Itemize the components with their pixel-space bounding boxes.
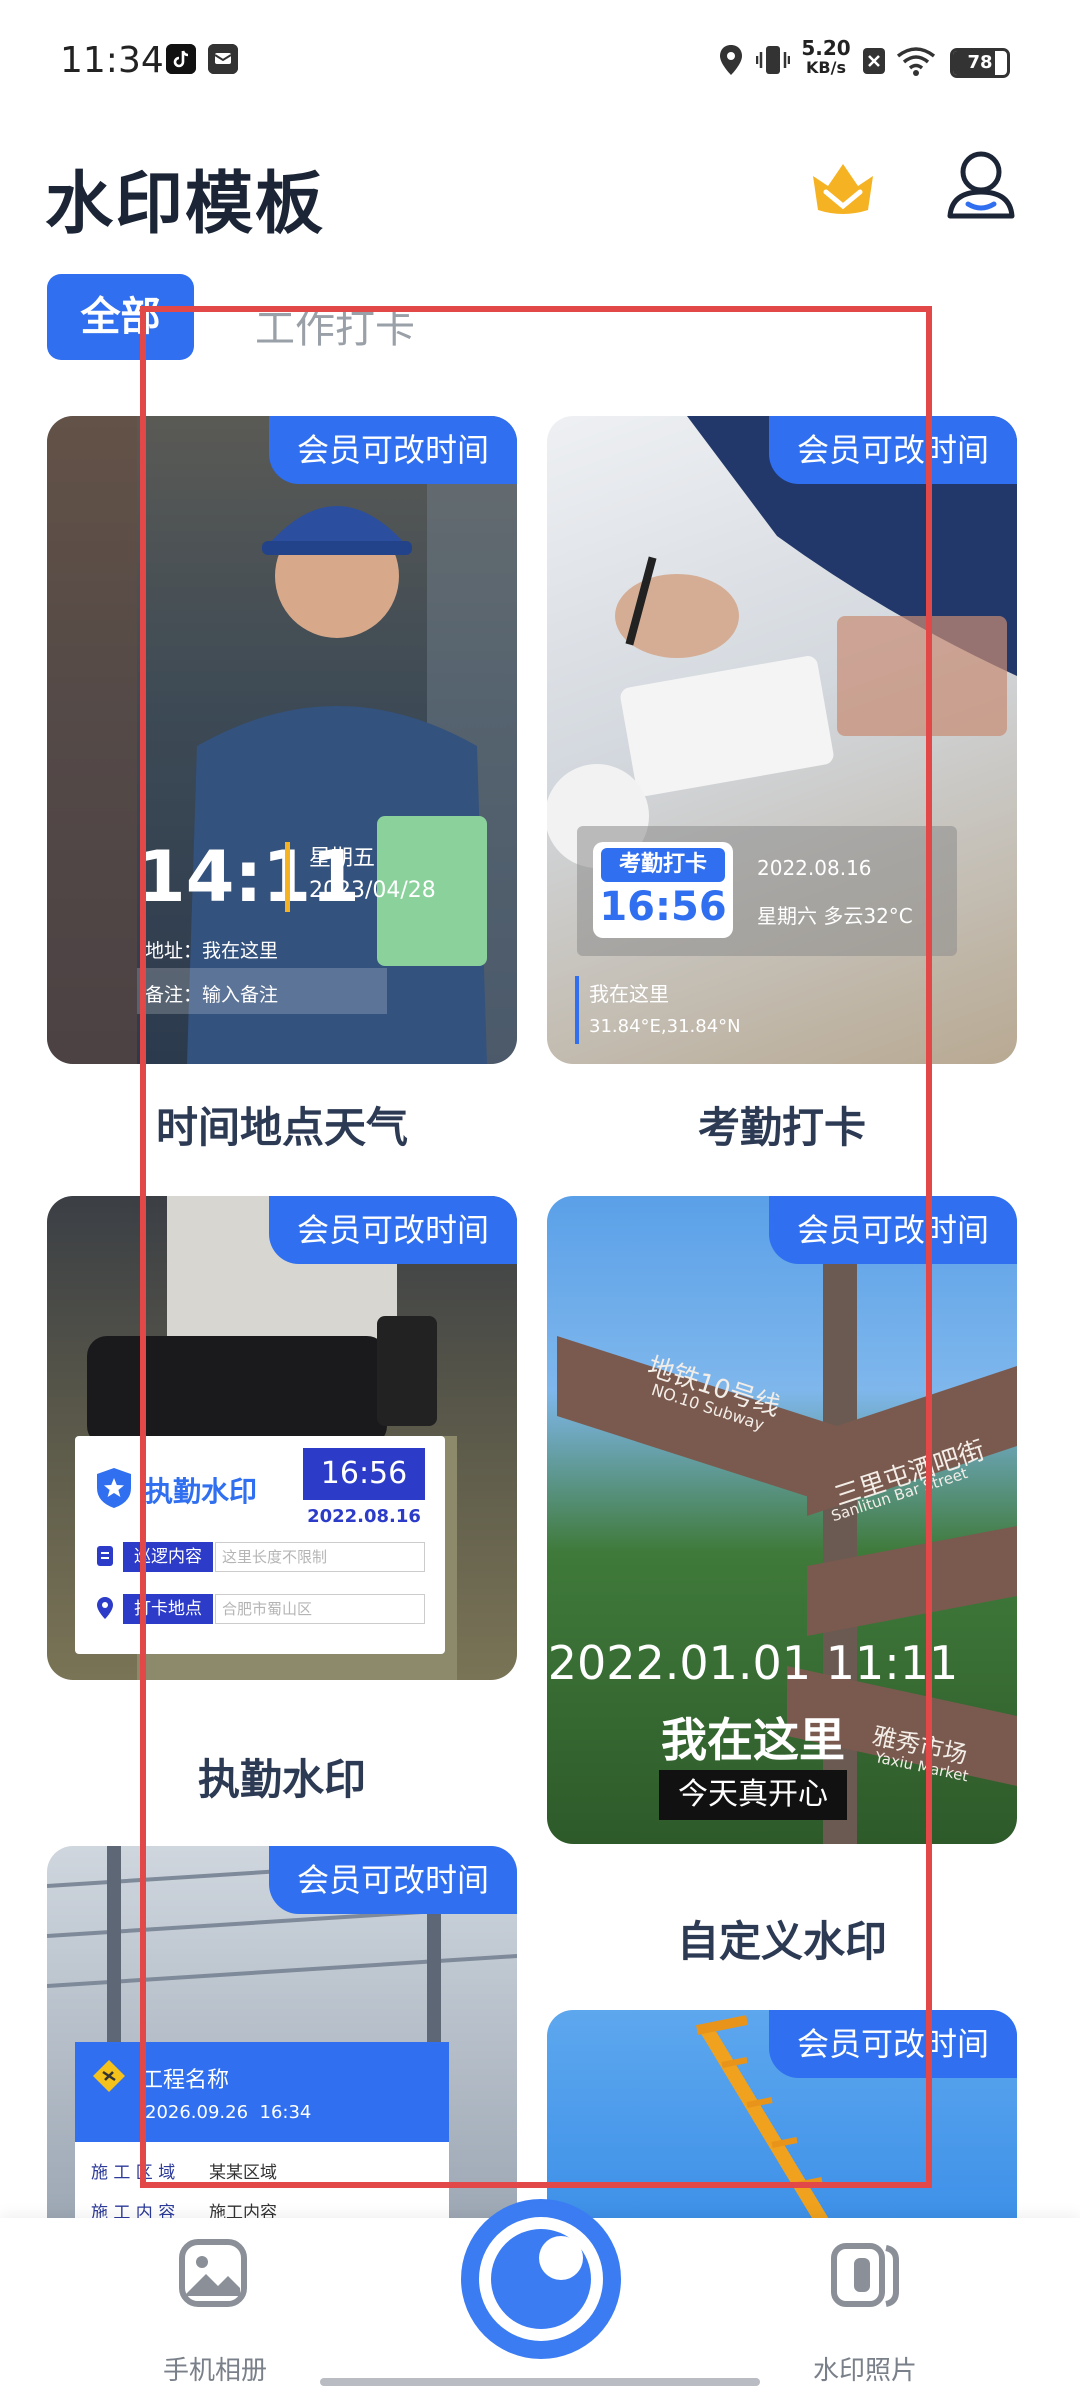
speed-unit: KB/s [806,58,846,77]
location-pin-icon [95,1596,115,1624]
watermark-photos-icon[interactable] [830,2238,900,2312]
diamond-icon [91,2058,127,2098]
tiktok-icon [166,44,196,74]
document-icon [95,1544,115,1572]
status-time: 11:34 [60,40,164,81]
battery-indicator: 78 [950,48,1010,78]
page-title: 水印模板 [45,165,326,244]
shield-star-icon [95,1466,133,1514]
no-sim-icon [862,47,886,79]
vibrate-icon [755,44,791,80]
home-indicator[interactable] [320,2378,760,2386]
network-speed: 5.20 KB/s [800,38,852,78]
location-icon [718,44,744,80]
user-profile-icon[interactable] [946,150,1016,222]
nav-label-album[interactable]: 手机相册 [140,2350,290,2387]
wifi-icon [896,46,936,80]
speed-value: 5.20 [801,36,851,60]
message-icon [208,44,238,74]
photo-album-icon[interactable] [178,2238,248,2312]
nav-label-watermark-photos[interactable]: 水印照片 [790,2350,940,2387]
vip-crown-icon[interactable] [808,158,878,218]
camera-shutter-button[interactable] [458,2196,624,2366]
highlight-rectangle [140,306,932,2188]
battery-level: 78 [967,52,993,73]
